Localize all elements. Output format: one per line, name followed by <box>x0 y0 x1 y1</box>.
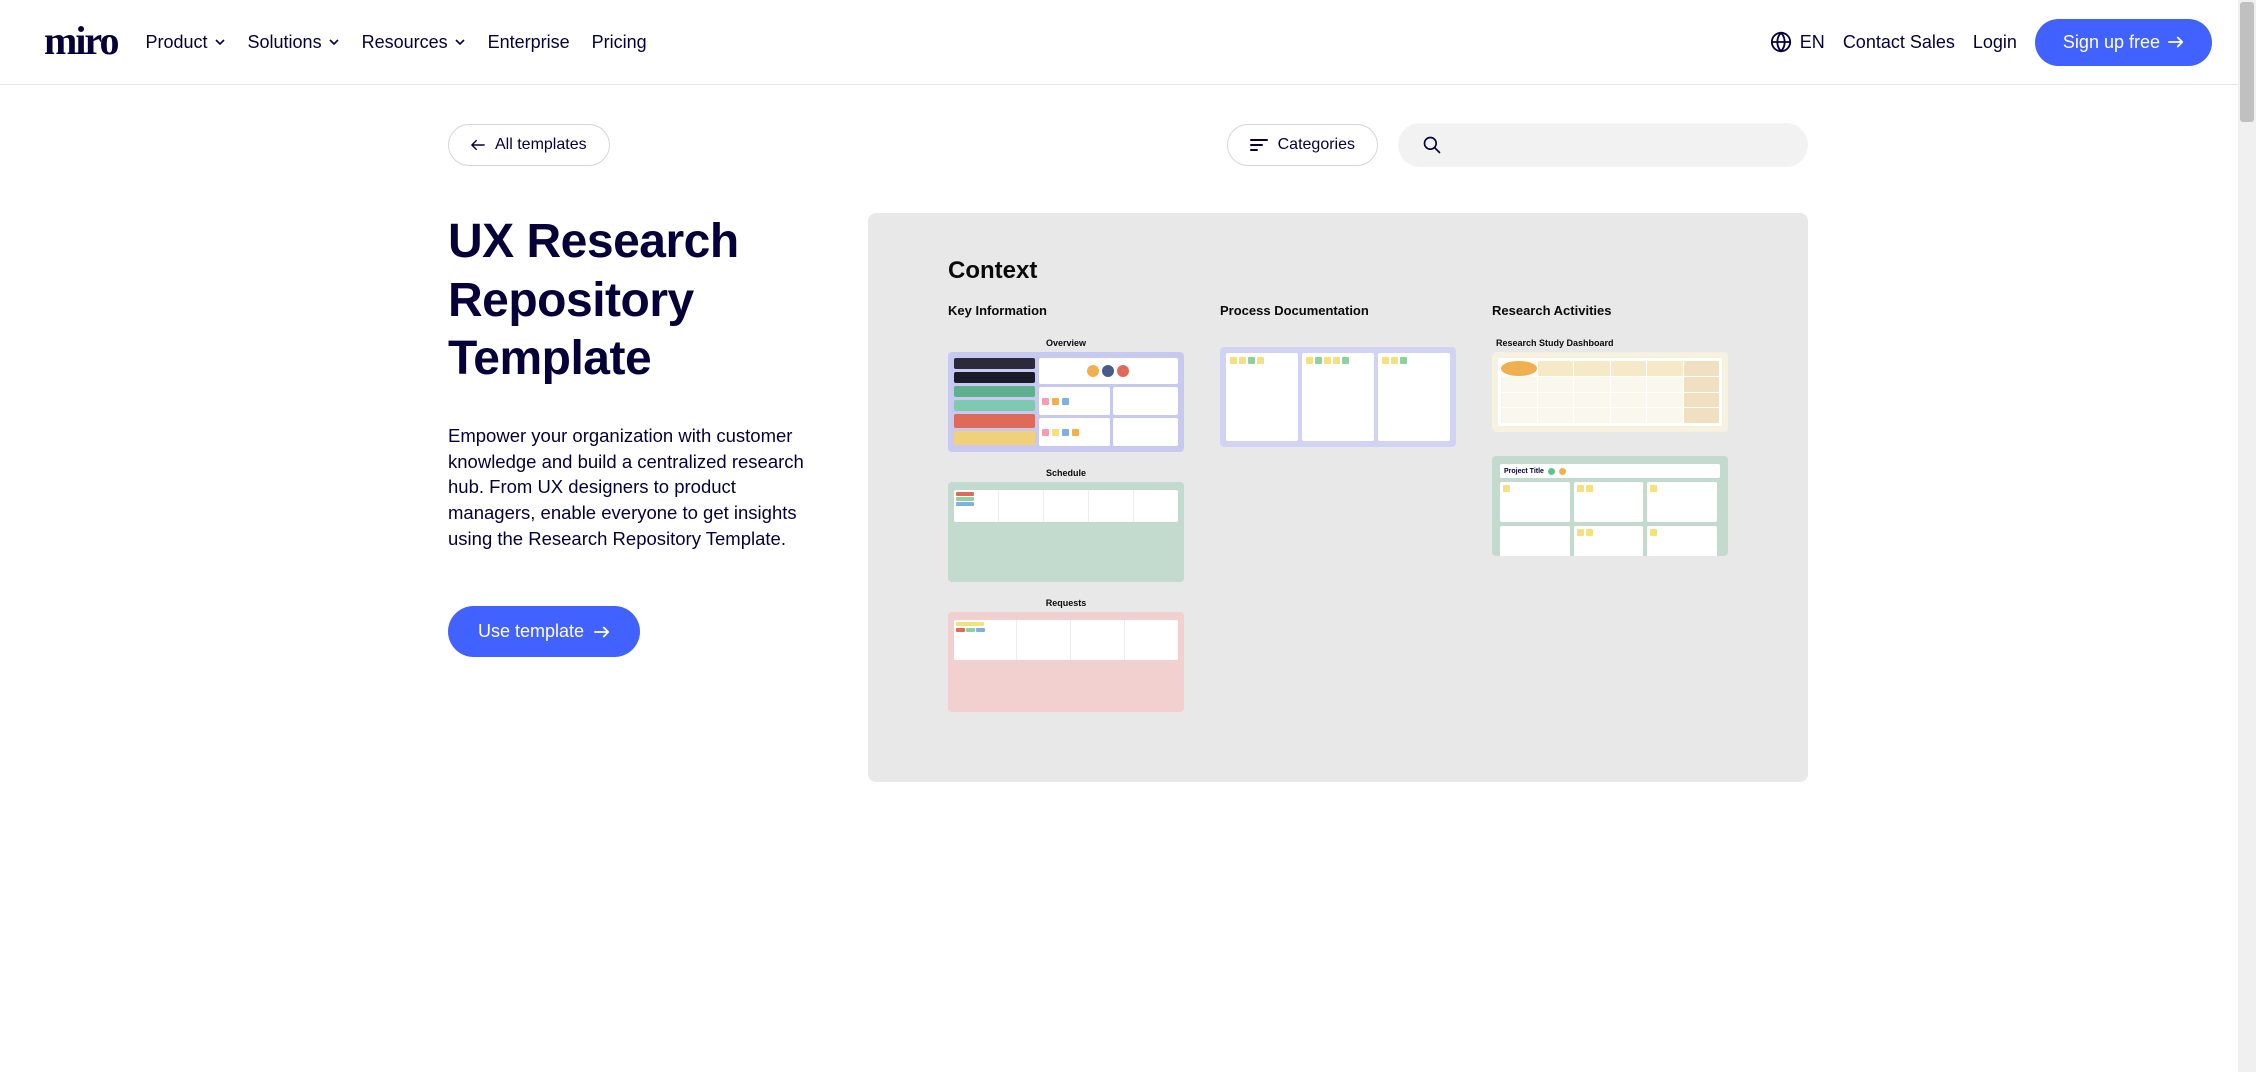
preview-heading: Context <box>948 257 1728 285</box>
header-left: miro Product Solutions Resources <box>44 19 647 66</box>
chevron-down-icon <box>328 36 340 48</box>
nav-label: Product <box>145 32 207 53</box>
header-right: EN Contact Sales Login Sign up free <box>1770 19 2212 66</box>
back-all-templates-button[interactable]: All templates <box>448 124 610 166</box>
nav-label: Enterprise <box>488 32 570 53</box>
search-input[interactable] <box>1456 136 1784 154</box>
search-icon <box>1422 135 1442 155</box>
preview-board-dashboard <box>1492 352 1728 432</box>
signup-free-button[interactable]: Sign up free <box>2035 19 2212 66</box>
filter-icon <box>1250 138 1268 152</box>
nav-item-product[interactable]: Product <box>145 32 225 53</box>
chevron-down-icon <box>214 36 226 48</box>
dot-icon <box>1548 468 1555 475</box>
primary-nav: Product Solutions Resources Enterprise <box>145 32 646 53</box>
nav-item-resources[interactable]: Resources <box>362 32 466 53</box>
preview-board-process <box>1220 347 1456 447</box>
categories-label: Categories <box>1278 136 1355 154</box>
preview-columns: Key Information Overview <box>948 303 1728 722</box>
login-link[interactable]: Login <box>1973 32 2017 53</box>
use-template-button[interactable]: Use template <box>448 606 640 657</box>
preview-col-process-documentation: Process Documentation <box>1220 303 1456 722</box>
scrollbar-thumb[interactable] <box>2240 2 2254 122</box>
site-header: miro Product Solutions Resources <box>0 0 2256 85</box>
preview-col-title: Key Information <box>948 303 1184 318</box>
nav-item-pricing[interactable]: Pricing <box>592 32 647 53</box>
scrollbar-track[interactable] <box>2238 0 2256 1072</box>
language-selector[interactable]: EN <box>1770 31 1825 53</box>
avatar-icon <box>1501 361 1537 376</box>
preview-board-project: Project Title <box>1492 456 1728 556</box>
preview-col-research-activities: Research Activities Research Study Dashb… <box>1492 303 1728 722</box>
preview-board-overview <box>948 352 1184 452</box>
avatar-icon <box>1117 365 1129 377</box>
nav-label: Resources <box>362 32 448 53</box>
dot-icon <box>1559 468 1566 475</box>
template-preview-panel: Context Key Information Overview <box>868 213 1808 782</box>
preview-col-title: Research Activities <box>1492 303 1728 318</box>
contact-sales-link[interactable]: Contact Sales <box>1843 32 1955 53</box>
preview-section-label: Overview <box>948 338 1184 348</box>
brand-logo[interactable]: miro <box>44 17 117 64</box>
arrow-left-icon <box>471 139 485 151</box>
template-controls: All templates Categories <box>448 85 1808 167</box>
preview-board-schedule <box>948 482 1184 582</box>
arrow-right-icon <box>2168 35 2184 49</box>
signup-label: Sign up free <box>2063 32 2160 53</box>
template-info: UX Research Repository Template Empower … <box>448 213 828 782</box>
nav-label: Pricing <box>592 32 647 53</box>
categories-button[interactable]: Categories <box>1227 124 1378 166</box>
page-description: Empower your organization with customer … <box>448 423 808 552</box>
preview-section-label: Requests <box>948 598 1184 608</box>
chevron-down-icon <box>454 36 466 48</box>
arrow-right-icon <box>594 625 610 639</box>
preview-section-label: Project Title <box>1504 468 1544 475</box>
back-label: All templates <box>495 136 587 154</box>
language-label: EN <box>1800 32 1825 53</box>
main-content: UX Research Repository Template Empower … <box>448 167 1808 782</box>
nav-label: Solutions <box>248 32 322 53</box>
globe-icon <box>1770 31 1792 53</box>
search-field[interactable] <box>1398 123 1808 167</box>
nav-item-enterprise[interactable]: Enterprise <box>488 32 570 53</box>
preview-col-title: Process Documentation <box>1220 303 1456 318</box>
avatar-icon <box>1102 365 1114 377</box>
page-title: UX Research Repository Template <box>448 213 828 389</box>
preview-col-key-information: Key Information Overview <box>948 303 1184 722</box>
nav-item-solutions[interactable]: Solutions <box>248 32 340 53</box>
preview-board-requests <box>948 612 1184 712</box>
preview-section-label: Research Study Dashboard <box>1496 338 1728 348</box>
preview-section-label: Schedule <box>948 468 1184 478</box>
avatar-icon <box>1087 365 1099 377</box>
use-template-label: Use template <box>478 621 584 642</box>
